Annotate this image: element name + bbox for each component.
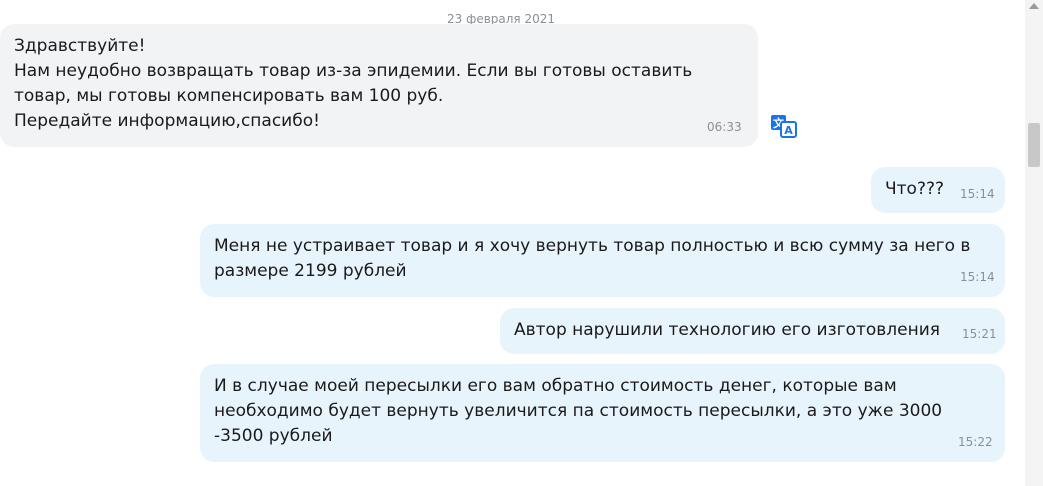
scroll-up-arrow-icon[interactable] [1029,3,1039,9]
translate-button[interactable]: 文 A [770,113,798,139]
message-incoming[interactable]: Здравствуйте! Нам неудобно возвращать то… [0,24,758,147]
message-time: 15:21 [962,327,997,341]
translate-icon: 文 A [771,115,797,138]
message-time: 06:33 [707,120,742,134]
svg-text:A: A [784,124,793,137]
message-text: Здравствуйте! Нам неудобно возвращать то… [14,36,693,131]
message-outgoing[interactable]: Меня не устраивает товар и я хочу вернут… [200,224,1005,297]
message-outgoing[interactable]: И в случае моей пересылки его вам обратн… [200,364,1005,462]
message-text: Автор нарушили технологию его изготовлен… [514,320,941,340]
message-time: 15:14 [960,187,995,201]
message-text: И в случае моей пересылки его вам обратн… [214,376,948,446]
chat-window: 23 февраля 2021 Здравствуйте! Нам неудоб… [0,0,1043,486]
scrollbar[interactable] [1025,0,1043,486]
message-time: 15:22 [958,435,993,449]
message-text: Меня не устраивает товар и я хочу вернут… [214,236,976,281]
message-time: 15:14 [960,270,995,284]
scrollbar-thumb[interactable] [1028,123,1040,167]
message-outgoing[interactable]: Автор нарушили технологию его изготовлен… [500,308,1005,354]
